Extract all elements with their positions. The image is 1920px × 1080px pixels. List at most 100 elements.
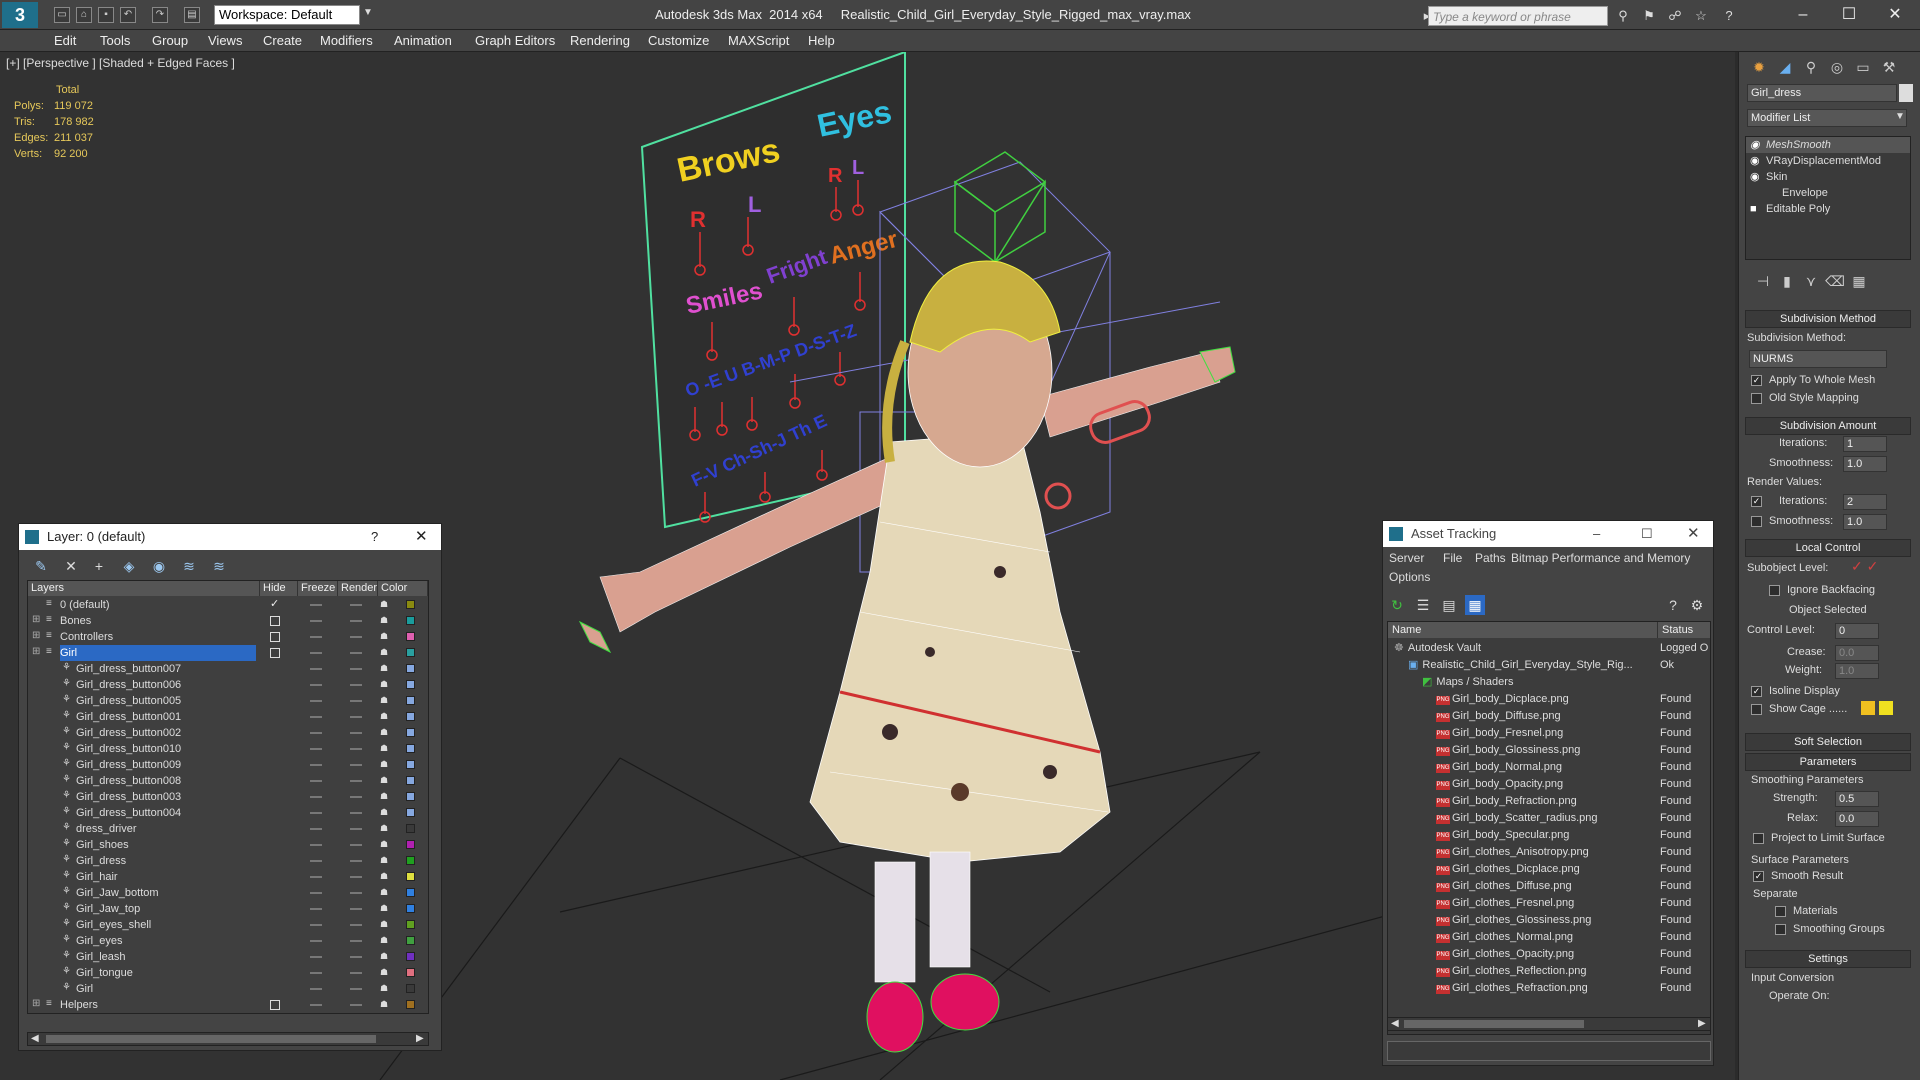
toggle-dash[interactable] bbox=[350, 844, 362, 846]
toggle-dash[interactable] bbox=[310, 892, 322, 894]
utilities-tab-icon[interactable]: ⚒ bbox=[1877, 56, 1901, 78]
asset-row[interactable]: PNG Girl_body_Diffuse.png Found bbox=[1388, 708, 1710, 725]
asset-name-cell[interactable]: PNG Girl_clothes_Anisotropy.png bbox=[1436, 844, 1589, 861]
layer-row[interactable]: ⚘ Girl_eyes ☗ bbox=[28, 933, 428, 949]
smoothness-spinner[interactable]: 1.0 bbox=[1843, 456, 1887, 472]
layer-name[interactable]: Girl_dress bbox=[76, 853, 256, 869]
menu-maxscript[interactable]: MAXScript bbox=[728, 33, 789, 48]
render-teapot-icon[interactable]: ☗ bbox=[380, 648, 390, 657]
menu-tools[interactable]: Tools bbox=[100, 33, 130, 48]
layer-name[interactable]: Girl_dress_button008 bbox=[76, 773, 256, 789]
render-teapot-icon[interactable]: ☗ bbox=[380, 888, 390, 897]
layer-color-swatch[interactable] bbox=[406, 776, 415, 785]
expand-icon[interactable]: ⊞ bbox=[32, 630, 40, 641]
render-teapot-icon[interactable]: ☗ bbox=[380, 696, 390, 705]
iterations-spinner[interactable]: 1 bbox=[1843, 436, 1887, 452]
layer-column-header[interactable]: Freeze bbox=[298, 581, 338, 596]
maximize-button[interactable]: ☐ bbox=[1826, 2, 1872, 28]
scroll-thumb[interactable] bbox=[1404, 1020, 1584, 1028]
asset-row[interactable]: PNG Girl_body_Opacity.png Found bbox=[1388, 776, 1710, 793]
menu-customize[interactable]: Customize bbox=[648, 33, 709, 48]
toggle-dash[interactable] bbox=[350, 668, 362, 670]
light-bulb-icon[interactable]: ◉ bbox=[1750, 169, 1760, 185]
asset-name-cell[interactable]: ▣ Realistic_Child_Girl_Everyday_Style_Rig… bbox=[1408, 657, 1633, 674]
asset-row[interactable]: ☸ Autodesk Vault Logged O bbox=[1388, 640, 1710, 657]
asset-column-header[interactable]: Status bbox=[1658, 622, 1710, 638]
highlight-layer-icon[interactable]: ◉ bbox=[149, 556, 169, 576]
asset-column-header[interactable]: Name bbox=[1388, 622, 1658, 638]
toggle-dash[interactable] bbox=[310, 796, 322, 798]
menu-views[interactable]: Views bbox=[208, 33, 242, 48]
add-to-layer-icon[interactable]: + bbox=[89, 556, 109, 576]
asset-menu-options[interactable]: Options bbox=[1389, 570, 1430, 584]
render-iterations-spinner[interactable]: 2 bbox=[1843, 494, 1887, 510]
layer-row[interactable]: ⚘ Girl_dress_button004 ☗ bbox=[28, 805, 428, 821]
modify-tab-icon[interactable]: ◢ bbox=[1773, 56, 1797, 78]
show-cage-checkbox[interactable] bbox=[1751, 704, 1762, 715]
layer-close-button[interactable]: ✕ bbox=[415, 524, 428, 550]
asset-row[interactable]: PNG Girl_clothes_Reflection.png Found bbox=[1388, 963, 1710, 980]
asset-row[interactable]: PNG Girl_clothes_Fresnel.png Found bbox=[1388, 895, 1710, 912]
layer-name[interactable]: Girl_leash bbox=[76, 949, 256, 965]
asset-name-cell[interactable]: PNG Girl_clothes_Glossiness.png bbox=[1436, 912, 1591, 929]
layer-row[interactable]: ⚘ Girl_Jaw_bottom ☗ bbox=[28, 885, 428, 901]
asset-name-cell[interactable]: PNG Girl_body_Diffuse.png bbox=[1436, 708, 1561, 725]
render-teapot-icon[interactable]: ☗ bbox=[380, 664, 390, 673]
render-teapot-icon[interactable]: ☗ bbox=[380, 712, 390, 721]
layer-row[interactable]: ⚘ Girl_dress_button007 ☗ bbox=[28, 661, 428, 677]
list-view-icon[interactable]: ☰ bbox=[1413, 595, 1433, 615]
rollout-soft-selection[interactable]: Soft Selection bbox=[1745, 733, 1911, 751]
asset-name-cell[interactable]: PNG Girl_body_Refraction.png bbox=[1436, 793, 1577, 810]
asset-maximize-button[interactable]: ☐ bbox=[1641, 521, 1653, 547]
smooth-result-checkbox[interactable]: ✓ bbox=[1753, 871, 1764, 882]
toggle-dash[interactable] bbox=[350, 620, 362, 622]
layer-color-swatch[interactable] bbox=[406, 936, 415, 945]
toggle-dash[interactable] bbox=[310, 988, 322, 990]
layer-name[interactable]: Girl_dress_button001 bbox=[76, 709, 256, 725]
layer-row[interactable]: ⊞ ≡ Controllers ☗ bbox=[28, 629, 428, 645]
toggle-dash[interactable] bbox=[310, 972, 322, 974]
toggle-dash[interactable] bbox=[310, 924, 322, 926]
asset-row[interactable]: PNG Girl_clothes_Normal.png Found bbox=[1388, 929, 1710, 946]
layer-help-button[interactable]: ? bbox=[371, 524, 378, 550]
show-end-result-icon[interactable]: ▮ bbox=[1775, 270, 1799, 292]
layer-color-swatch[interactable] bbox=[406, 792, 415, 801]
hide-all-layers-icon[interactable]: ≋ bbox=[179, 556, 199, 576]
toggle-dash[interactable] bbox=[310, 812, 322, 814]
asset-menu-file[interactable]: File bbox=[1443, 551, 1462, 565]
layer-name[interactable]: Girl_eyes bbox=[76, 933, 256, 949]
isoline-display-checkbox[interactable]: ✓ bbox=[1751, 686, 1762, 697]
asset-row[interactable]: PNG Girl_clothes_Dicplace.png Found bbox=[1388, 861, 1710, 878]
render-teapot-icon[interactable]: ☗ bbox=[380, 792, 390, 801]
scroll-left-icon[interactable]: ◀ bbox=[31, 1033, 39, 1044]
asset-name-cell[interactable]: PNG Girl_clothes_Reflection.png bbox=[1436, 963, 1587, 980]
workspace-dropdown-icon[interactable]: ▼ bbox=[363, 7, 373, 18]
layer-column-header[interactable]: Color bbox=[378, 581, 428, 596]
asset-name-cell[interactable]: PNG Girl_body_Scatter_radius.png bbox=[1436, 810, 1598, 827]
layer-color-swatch[interactable] bbox=[406, 984, 415, 993]
layer-color-swatch[interactable] bbox=[406, 648, 415, 657]
layer-color-swatch[interactable] bbox=[406, 600, 415, 609]
rollout-subdivision-method[interactable]: Subdivision Method bbox=[1745, 310, 1911, 328]
layer-name[interactable]: dress_driver bbox=[76, 821, 256, 837]
layer-name[interactable]: Girl_dress_button006 bbox=[76, 677, 256, 693]
toggle-dash[interactable] bbox=[310, 876, 322, 878]
toggle-dash[interactable] bbox=[350, 636, 362, 638]
layer-name[interactable]: Girl_dress_button009 bbox=[76, 757, 256, 773]
layer-row[interactable]: ⚘ Girl_dress_button006 ☗ bbox=[28, 677, 428, 693]
asset-name-cell[interactable]: ◩ Maps / Shaders bbox=[1422, 674, 1513, 691]
layer-row[interactable]: ⚘ Girl_dress ☗ bbox=[28, 853, 428, 869]
layer-color-swatch[interactable] bbox=[406, 872, 415, 881]
asset-row[interactable]: PNG Girl_body_Refraction.png Found bbox=[1388, 793, 1710, 810]
pin-stack-icon[interactable]: ⊣ bbox=[1751, 270, 1775, 292]
asset-name-cell[interactable]: ☸ Autodesk Vault bbox=[1394, 640, 1481, 657]
toggle-dash[interactable] bbox=[310, 780, 322, 782]
toggle-dash[interactable] bbox=[350, 652, 362, 654]
toggle-dash[interactable] bbox=[310, 700, 322, 702]
asset-row[interactable]: PNG Girl_body_Normal.png Found bbox=[1388, 759, 1710, 776]
save-file-icon[interactable]: ▪ bbox=[98, 7, 114, 23]
toggle-dash[interactable] bbox=[350, 924, 362, 926]
select-objects-icon[interactable]: ◈ bbox=[119, 556, 139, 576]
asset-name-cell[interactable]: PNG Girl_body_Fresnel.png bbox=[1436, 725, 1563, 742]
light-bulb-icon[interactable]: ◉ bbox=[1750, 153, 1760, 169]
